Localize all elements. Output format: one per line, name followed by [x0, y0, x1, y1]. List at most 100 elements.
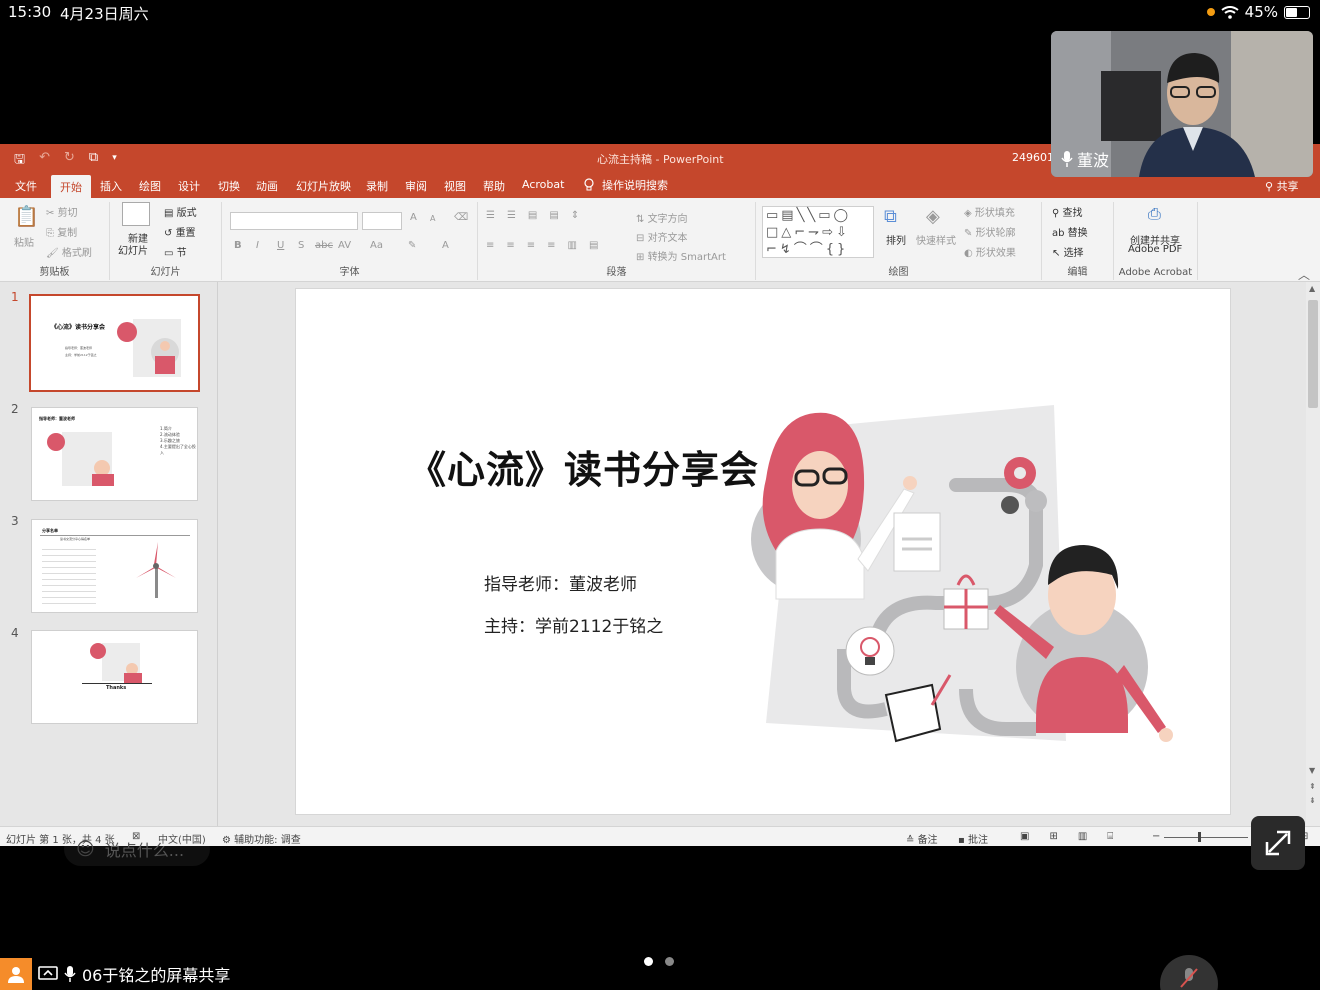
mute-button[interactable] — [1160, 955, 1218, 990]
new-slide-label-2[interactable]: 幻灯片 — [118, 242, 148, 257]
font-color-button[interactable]: A — [442, 240, 449, 251]
select-button[interactable]: ↖ 选择 — [1052, 244, 1084, 259]
shape-effects-button[interactable]: ◐ 形状效果 — [964, 244, 1016, 259]
arrange-icon[interactable]: ⧉ — [884, 206, 897, 227]
create-pdf-label-2[interactable]: Adobe PDF — [1128, 244, 1182, 255]
group-font: A A ⌫ B I U S abc AV Aa ✎ A 字体 — [222, 202, 478, 280]
arrange-button[interactable]: 排列 — [886, 232, 906, 247]
save-icon[interactable]: 🖫 — [14, 150, 25, 172]
quick-styles-icon[interactable]: ◈ — [926, 206, 940, 227]
align-buttons-icon[interactable]: ≡≡≡≡▥▤ — [486, 240, 610, 251]
underline-button[interactable]: U — [277, 240, 284, 251]
tab-view[interactable]: 视图 — [444, 178, 466, 194]
slide-advisor[interactable]: 指导老师：董波老师 — [484, 570, 637, 595]
slide-title[interactable]: 《心流》读书分享会 — [408, 439, 759, 494]
screen-share-icon — [38, 966, 58, 980]
vertical-scrollbar[interactable]: ▲ ▼ ⇞ ⇟ — [1306, 282, 1320, 826]
grow-font-button[interactable]: A — [410, 212, 417, 223]
participants-button[interactable] — [0, 958, 32, 990]
view-buttons-icon[interactable]: ▣⊞▥⌸ — [1020, 831, 1133, 842]
font-size-combobox[interactable] — [362, 212, 402, 230]
paste-button[interactable]: 粘贴 — [14, 234, 34, 249]
accessibility-status[interactable]: ⚙ 辅助功能: 调查 — [222, 831, 301, 846]
scroll-up-icon[interactable]: ▲ — [1309, 284, 1315, 293]
slide-thumbnail-3[interactable]: 分享名单 读书交流分享心得名单 — [31, 519, 198, 613]
shape-gallery[interactable]: ▭▤╲╲▭◯ □△⌐⇁⇨⇩ ⌐↯⌒⌒{} — [762, 206, 874, 258]
battery-percent: 45% — [1244, 3, 1278, 21]
tab-insert[interactable]: 插入 — [100, 178, 122, 194]
page-indicator[interactable] — [644, 957, 674, 966]
find-button[interactable]: ⚲ 查找 — [1052, 204, 1083, 219]
page-dot[interactable] — [665, 957, 674, 966]
smartart-button[interactable]: ⊞ 转换为 SmartArt — [636, 248, 726, 263]
slide-thumbnail-2[interactable]: 指导老师：董波老师 1.简介 2.流动体验 3.乐趣之旅 4.主要提出了全心投入 — [31, 407, 198, 501]
bold-button[interactable]: B — [234, 240, 242, 251]
next-slide-icon[interactable]: ⇟ — [1309, 796, 1316, 805]
collapse-ribbon-icon[interactable]: ︿ — [1298, 266, 1310, 283]
redo-icon[interactable]: ↻ — [64, 150, 75, 172]
undo-icon[interactable]: ↶ — [39, 150, 50, 172]
tab-record[interactable]: 录制 — [366, 178, 388, 194]
tab-slideshow[interactable]: 幻灯片放映 — [296, 178, 351, 194]
prev-slide-icon[interactable]: ⇞ — [1309, 782, 1316, 791]
format-painter-button[interactable]: 🖌 格式刷 — [46, 244, 92, 259]
shrink-font-button[interactable]: A — [430, 214, 435, 223]
recording-dot-icon — [1206, 8, 1215, 16]
tab-review[interactable]: 审阅 — [405, 178, 427, 194]
italic-button[interactable]: I — [256, 240, 259, 251]
tab-animations[interactable]: 动画 — [256, 178, 278, 194]
emoji-icon[interactable]: ☺ — [76, 839, 95, 860]
speaker-video-tile[interactable]: 董波 — [1051, 31, 1313, 177]
scroll-thumb[interactable] — [1308, 300, 1318, 408]
cut-button[interactable]: ✂ 剪切 — [46, 204, 78, 219]
font-name-combobox[interactable] — [230, 212, 358, 230]
present-icon[interactable]: ⧉ — [89, 150, 98, 172]
status-date: 4月23日周六 — [60, 5, 149, 23]
tab-design[interactable]: 设计 — [178, 178, 200, 194]
slide-thumbnail-1[interactable]: 《心流》读书分享会 指导老师：董波老师 主持：学前2112于铭之 — [29, 294, 200, 392]
new-slide-icon[interactable] — [122, 202, 150, 226]
replace-button[interactable]: ab 替换 — [1052, 224, 1088, 239]
scroll-down-icon[interactable]: ▼ — [1309, 766, 1315, 775]
slide-host[interactable]: 主持：学前2112于铭之 — [484, 612, 663, 637]
shape-fill-button[interactable]: ◈ 形状填充 — [964, 204, 1015, 219]
clear-format-icon[interactable]: ⌫ — [454, 212, 468, 223]
chat-input[interactable]: ☺ 说点什么... — [64, 832, 210, 866]
change-case-button[interactable]: Aa — [370, 240, 383, 251]
current-slide[interactable]: 《心流》读书分享会 指导老师：董波老师 主持：学前2112于铭之 — [295, 288, 1231, 815]
zoom-out-icon[interactable]: − — [1152, 831, 1160, 842]
tab-help[interactable]: 帮助 — [483, 178, 505, 194]
notes-button[interactable]: ≙ 备注 — [906, 831, 938, 846]
list-buttons-icon[interactable]: ☰☰▤▤⇕ — [486, 210, 591, 221]
customize-qat-icon[interactable]: ▾ — [112, 150, 117, 172]
quick-styles-button[interactable]: 快速样式 — [916, 232, 956, 247]
pdf-icon[interactable]: ⎙ — [1148, 204, 1161, 224]
char-spacing-button[interactable]: AV — [338, 240, 351, 251]
slide-thumbnail-4[interactable]: Thanks — [31, 630, 198, 724]
layout-button[interactable]: ▤ 版式 — [164, 204, 197, 219]
page-dot-active[interactable] — [644, 957, 653, 966]
align-text-button[interactable]: ⊟ 对齐文本 — [636, 229, 688, 244]
strikethrough-button[interactable]: abc — [315, 240, 333, 251]
zoom-slider-thumb[interactable] — [1198, 832, 1201, 842]
thumb-number-4: 4 — [11, 626, 19, 640]
text-direction-button[interactable]: ⇅ 文字方向 — [636, 210, 688, 225]
tell-me-search[interactable]: 操作说明搜索 — [584, 177, 668, 193]
shape-outline-button[interactable]: ✎ 形状轮廓 — [964, 224, 1016, 239]
exit-fullscreen-button[interactable] — [1251, 816, 1305, 870]
document-title: 心流主持稿 - PowerPoint — [597, 153, 724, 166]
share-button[interactable]: ⚲ 共享 — [1265, 178, 1299, 194]
tab-draw[interactable]: 绘图 — [139, 178, 161, 194]
highlight-icon[interactable]: ✎ — [408, 240, 416, 251]
copy-button[interactable]: ⎘ 复制 — [46, 224, 77, 239]
section-button[interactable]: ▭ 节 — [164, 244, 187, 259]
paste-icon[interactable]: 📋 — [14, 204, 39, 228]
comments-button[interactable]: ▪ 批注 — [958, 831, 988, 846]
shadow-button[interactable]: S — [298, 240, 304, 251]
reset-button[interactable]: ↺ 重置 — [164, 224, 196, 239]
tab-acrobat[interactable]: Acrobat — [522, 178, 564, 191]
thumb2-title: 指导老师：董波老师 — [39, 416, 75, 421]
tab-file[interactable]: 文件 — [15, 178, 37, 194]
zoom-slider[interactable] — [1164, 837, 1248, 838]
tab-transitions[interactable]: 切换 — [218, 178, 240, 194]
